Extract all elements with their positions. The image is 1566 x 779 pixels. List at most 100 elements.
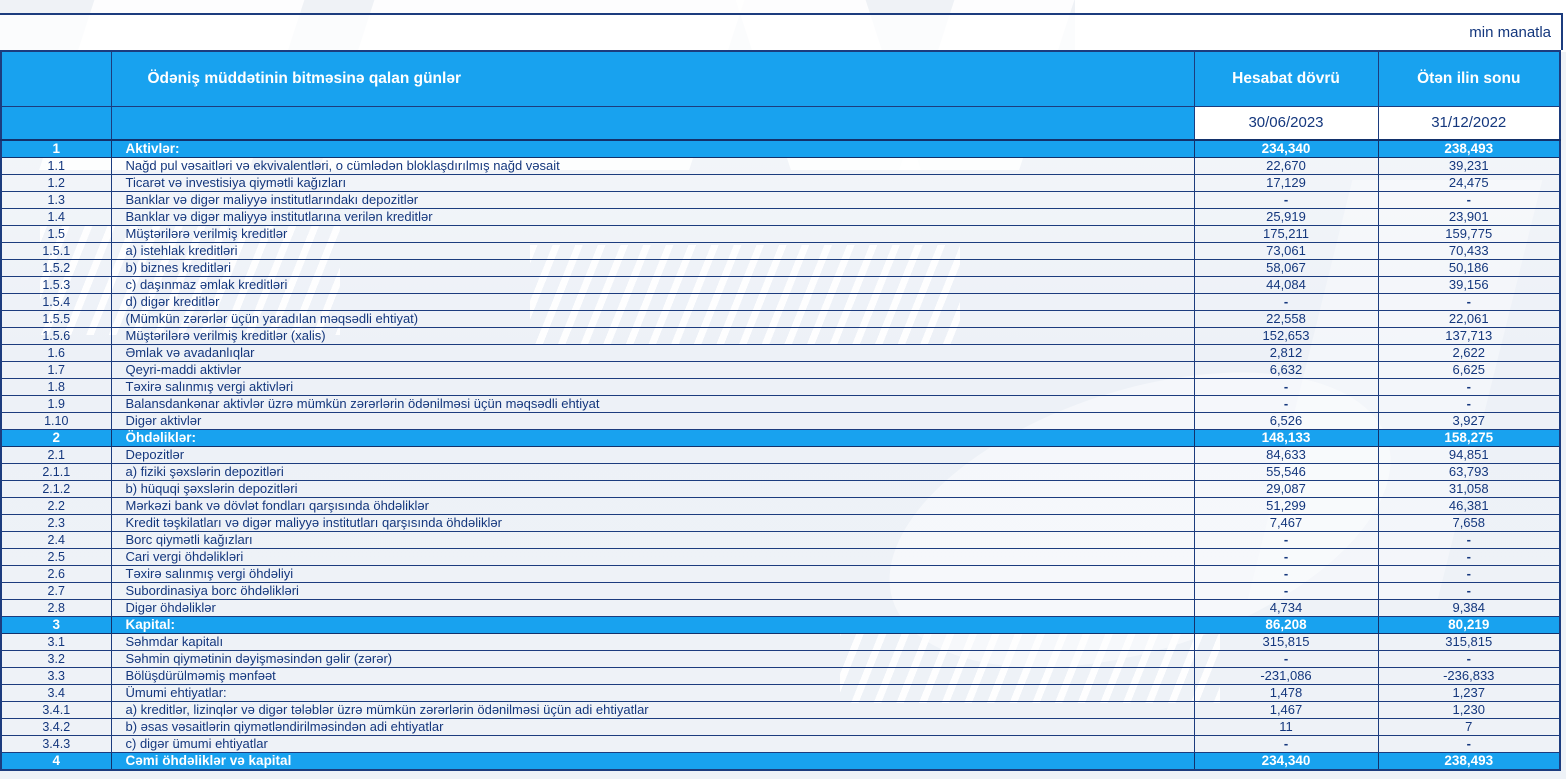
row-number: 1.10 xyxy=(1,413,111,430)
row-number: 1.7 xyxy=(1,362,111,379)
row-label: a) fiziki şəxslərin depozitləri xyxy=(111,464,1194,481)
row-value-current: 84,633 xyxy=(1194,447,1378,464)
row-label: Borc qiymətli kağızları xyxy=(111,532,1194,549)
row-value-current: 86,208 xyxy=(1194,617,1378,634)
table-row: 3.3Bölüşdürülməmiş mənfəət-231,086-236,8… xyxy=(1,668,1560,685)
row-number: 1.6 xyxy=(1,345,111,362)
row-value-previous: - xyxy=(1378,549,1560,566)
header-row-dates: 30/06/2023 31/12/2022 xyxy=(1,106,1560,140)
table-row: 2.5Cari vergi öhdəlikləri-- xyxy=(1,549,1560,566)
balance-table-header: Ödəniş müddətinin bitməsinə qalan günlər… xyxy=(1,51,1560,140)
row-value-current: - xyxy=(1194,549,1378,566)
row-number: 2.4 xyxy=(1,532,111,549)
row-value-previous: 9,384 xyxy=(1378,600,1560,617)
row-value-current: 315,815 xyxy=(1194,634,1378,651)
row-value-current: 73,061 xyxy=(1194,243,1378,260)
row-value-previous: 6,625 xyxy=(1378,362,1560,379)
row-value-previous: 23,901 xyxy=(1378,209,1560,226)
row-label: Banklar və digər maliyyə institutlarına … xyxy=(111,209,1194,226)
row-value-current: - xyxy=(1194,583,1378,600)
row-value-previous: 1,237 xyxy=(1378,685,1560,702)
header-date-current: 30/06/2023 xyxy=(1194,106,1378,140)
section-row: 3Kapital:86,20880,219 xyxy=(1,617,1560,634)
row-number: 2 xyxy=(1,430,111,447)
table-row: 1.3Banklar və digər maliyyə institutları… xyxy=(1,192,1560,209)
row-label: Bölüşdürülməmiş mənfəət xyxy=(111,668,1194,685)
row-value-previous: - xyxy=(1378,396,1560,413)
row-label: Təxirə salınmış vergi aktivləri xyxy=(111,379,1194,396)
row-label: Cari vergi öhdəlikləri xyxy=(111,549,1194,566)
table-row: 1.5Müştərilərə verilmiş kreditlər175,211… xyxy=(1,226,1560,243)
report-sheet: min manatla Ödəniş müddətinin bitməsinə … xyxy=(0,0,1566,779)
row-value-current: 7,467 xyxy=(1194,515,1378,532)
table-row: 1.5.2b) biznes kreditləri58,06750,186 xyxy=(1,260,1560,277)
row-label: Digər öhdəliklər xyxy=(111,600,1194,617)
row-label: Müştərilərə verilmiş kreditlər xyxy=(111,226,1194,243)
row-number: 1.2 xyxy=(1,175,111,192)
row-value-previous: - xyxy=(1378,736,1560,753)
row-number: 1.8 xyxy=(1,379,111,396)
table-row: 2.8Digər öhdəliklər4,7349,384 xyxy=(1,600,1560,617)
row-number: 1.5.3 xyxy=(1,277,111,294)
row-value-current: 11 xyxy=(1194,719,1378,736)
header-date-previous: 31/12/2022 xyxy=(1378,106,1560,140)
row-value-current: - xyxy=(1194,532,1378,549)
row-value-current: 152,653 xyxy=(1194,328,1378,345)
row-value-current: 2,812 xyxy=(1194,345,1378,362)
row-label: Öhdəliklər: xyxy=(111,430,1194,447)
table-row: 1.5.4d) digər kreditlər-- xyxy=(1,294,1560,311)
row-label: Mərkəzi bank və dövlət fondları qarşısın… xyxy=(111,498,1194,515)
row-label: Təxirə salınmış vergi öhdəliyi xyxy=(111,566,1194,583)
row-value-current: - xyxy=(1194,651,1378,668)
table-row: 1.8Təxirə salınmış vergi aktivləri-- xyxy=(1,379,1560,396)
row-value-previous: 1,230 xyxy=(1378,702,1560,719)
table-row: 3.1Səhmdar kapitalı315,815315,815 xyxy=(1,634,1560,651)
row-number: 1.1 xyxy=(1,158,111,175)
row-value-current: 6,632 xyxy=(1194,362,1378,379)
row-value-previous: 39,231 xyxy=(1378,158,1560,175)
row-value-current: 175,211 xyxy=(1194,226,1378,243)
row-number: 1.5 xyxy=(1,226,111,243)
row-value-previous: 315,815 xyxy=(1378,634,1560,651)
row-value-current: 55,546 xyxy=(1194,464,1378,481)
row-value-previous: 24,475 xyxy=(1378,175,1560,192)
header-cell-blank xyxy=(1,51,111,106)
row-value-current: 22,670 xyxy=(1194,158,1378,175)
table-row: 1.5.1a) istehlak kreditləri73,06170,433 xyxy=(1,243,1560,260)
row-value-current: - xyxy=(1194,294,1378,311)
header-cell-blank xyxy=(111,106,1194,140)
row-value-previous: - xyxy=(1378,566,1560,583)
table-row: 2.3Kredit təşkilatları və digər maliyyə … xyxy=(1,515,1560,532)
table-row: 2.2Mərkəzi bank və dövlət fondları qarşı… xyxy=(1,498,1560,515)
balance-table-body: 1Aktivlər:234,340238,4931.1Nağd pul vəsa… xyxy=(1,140,1560,770)
row-value-previous: 80,219 xyxy=(1378,617,1560,634)
row-number: 3.1 xyxy=(1,634,111,651)
row-label: c) digər ümumi ehtiyatlar xyxy=(111,736,1194,753)
row-value-current: 22,558 xyxy=(1194,311,1378,328)
row-label: Nağd pul vəsaitləri və ekvivalentləri, o… xyxy=(111,158,1194,175)
header-cell-blank xyxy=(1,106,111,140)
row-value-previous: 39,156 xyxy=(1378,277,1560,294)
row-number: 3.4.1 xyxy=(1,702,111,719)
row-value-previous: - xyxy=(1378,651,1560,668)
row-number: 2.1.1 xyxy=(1,464,111,481)
row-label: Ümumi ehtiyatlar: xyxy=(111,685,1194,702)
row-value-previous: 7 xyxy=(1378,719,1560,736)
table-row: 1.6Əmlak və avadanlıqlar2,8122,622 xyxy=(1,345,1560,362)
row-label: Müştərilərə verilmiş kreditlər (xalis) xyxy=(111,328,1194,345)
table-row: 2.6Təxirə salınmış vergi öhdəliyi-- xyxy=(1,566,1560,583)
table-row: 2.7Subordinasiya borc öhdəlikləri-- xyxy=(1,583,1560,600)
table-row: 1.9Balansdankənar aktivlər üzrə mümkün z… xyxy=(1,396,1560,413)
row-label: Cəmi öhdəliklər və kapital xyxy=(111,753,1194,771)
row-number: 1.3 xyxy=(1,192,111,209)
table-row: 1.1Nağd pul vəsaitləri və ekvivalentləri… xyxy=(1,158,1560,175)
table-row: 3.4.3c) digər ümumi ehtiyatlar-- xyxy=(1,736,1560,753)
table-row: 2.4Borc qiymətli kağızları-- xyxy=(1,532,1560,549)
row-value-previous: 46,381 xyxy=(1378,498,1560,515)
row-value-current: 29,087 xyxy=(1194,481,1378,498)
row-number: 1 xyxy=(1,140,111,158)
row-value-current: -231,086 xyxy=(1194,668,1378,685)
row-value-previous: 22,061 xyxy=(1378,311,1560,328)
row-label: Kredit təşkilatları və digər maliyyə ins… xyxy=(111,515,1194,532)
row-label: Əmlak və avadanlıqlar xyxy=(111,345,1194,362)
